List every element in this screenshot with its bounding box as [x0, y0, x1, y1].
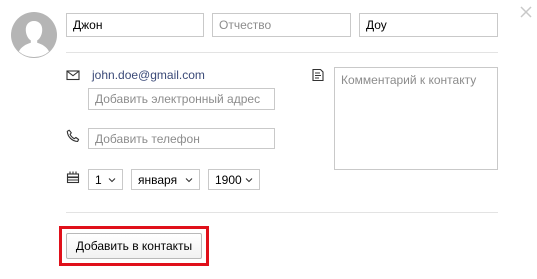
first-name-input[interactable] [66, 13, 204, 37]
envelope-icon [66, 68, 80, 82]
birthday-day-value: 1 [95, 172, 102, 187]
email-value[interactable]: john.doe@gmail.com [92, 68, 205, 82]
comment-textarea[interactable] [334, 67, 498, 170]
avatar [11, 12, 57, 58]
birthday-day-select[interactable]: 1 [88, 169, 123, 190]
phone-icon [66, 129, 80, 143]
divider [66, 52, 498, 53]
add-to-contacts-button[interactable]: Добавить в контакты [66, 233, 202, 259]
cake-icon [66, 170, 80, 184]
chevron-down-icon [245, 177, 253, 182]
birthday-month-select[interactable]: января [131, 169, 200, 190]
chevron-down-icon [108, 177, 116, 182]
birthday-year-select[interactable]: 1900 [208, 169, 260, 190]
chevron-down-icon [185, 177, 193, 182]
middle-name-input[interactable] [212, 13, 351, 37]
birthday-year-value: 1900 [215, 172, 242, 187]
add-email-input[interactable] [88, 88, 275, 110]
divider [66, 212, 498, 213]
note-icon [311, 68, 325, 82]
last-name-input[interactable] [359, 13, 498, 37]
avatar-silhouette-icon [18, 21, 49, 58]
add-phone-input[interactable] [88, 128, 275, 149]
birthday-month-value: января [138, 172, 178, 187]
close-icon[interactable] [518, 4, 534, 20]
